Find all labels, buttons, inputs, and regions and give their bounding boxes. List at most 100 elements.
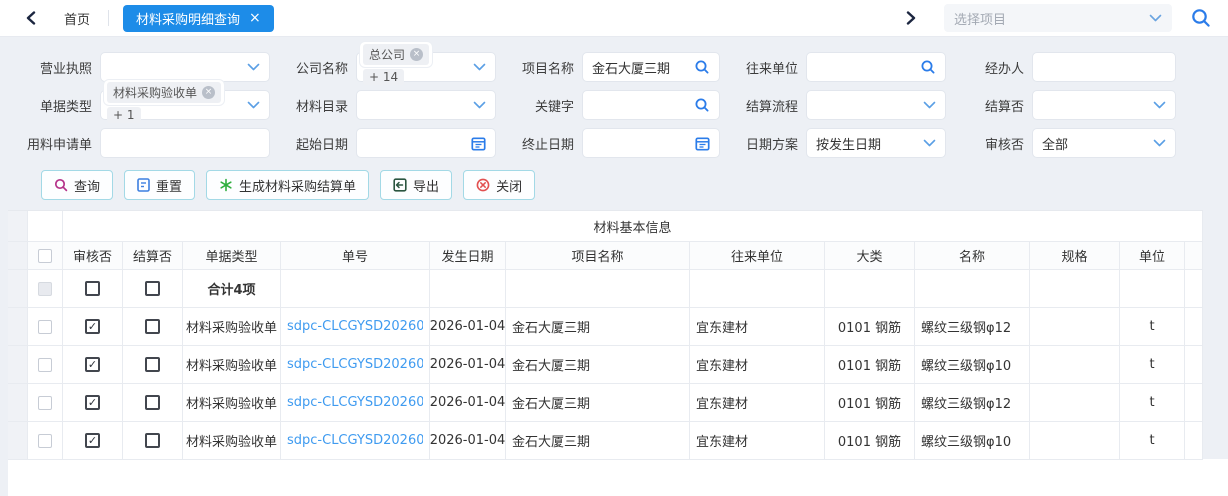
doc-no-link[interactable]: sdpc-CLCGYSD20260105 [287,395,423,410]
filter-label-material-request: 用料申请单 [26,137,92,153]
project-name-search-input[interactable]: 金石大厦三期 [582,52,720,82]
chevron-down-icon [247,101,260,109]
cell-spec [1030,384,1120,422]
summary-empty-cell [506,270,690,308]
cell-extra [1185,384,1203,422]
handler-input[interactable] [1032,52,1176,82]
cell-doc-no: sdpc-CLCGYSD20260104 [281,308,430,346]
cell-doc-no: sdpc-CLCGYSD20260104 [281,346,430,384]
row-gutter [8,346,28,384]
row-gutter [8,270,28,308]
forward-chevron-icon[interactable] [900,7,922,29]
tab-home[interactable]: 首页 [64,9,90,28]
header-cell-extra [1185,242,1203,270]
audit-checkbox[interactable] [85,281,100,296]
settle-checkbox[interactable] [145,433,160,448]
chevron-down-icon [473,101,486,109]
audited-select[interactable]: 全部 [1032,128,1176,158]
audit-checkbox[interactable]: ✓ [85,433,100,448]
doc-no-link[interactable]: sdpc-CLCGYSD20260105 [287,433,423,448]
query-button[interactable]: 查询 [41,170,114,200]
cell-date: 2026-01-04 [430,308,506,346]
counterparty-search-input[interactable] [806,52,946,82]
filter-panel: 营业执照 公司名称 总公司 × + 14 项目名称 金石大厦三期 往来单位 经办人 单据类型 材料采… [0,37,1228,158]
row-checkbox[interactable] [38,433,52,448]
filter-settlement-flow: 结算流程 [720,90,946,120]
close-button[interactable]: 关闭 [463,170,536,200]
row-checkbox[interactable] [38,319,52,334]
search-icon [695,98,709,112]
summary-select-cell [28,270,63,308]
doc-type-tag-label: 材料采购验收单 [113,86,198,100]
chevron-down-icon [923,101,936,109]
tag-close-icon[interactable]: × [410,48,424,61]
cell-date: 2026-01-04 [430,346,506,384]
cell-extra [1185,346,1203,384]
material-request-input[interactable] [100,128,270,158]
cell-vendor: 宜东建材 [690,308,825,346]
header-cell-1: 结算否 [123,242,183,270]
filter-doc-type: 单据类型 材料采购验收单 × + 1 [14,80,270,123]
tab-material-purchase-detail-query[interactable]: 材料采购明细查询 × [123,4,274,32]
date-scheme-value: 按发生日期 [816,137,882,153]
filter-label-keyword: 关键字 [534,99,574,115]
calendar-icon [695,136,710,151]
settle-checkbox[interactable] [145,395,160,410]
company-name-more-count[interactable]: + 14 [363,69,405,85]
chevron-down-icon [1153,139,1166,147]
tab-close-icon[interactable]: × [249,11,261,25]
search-icon [921,60,935,74]
row-checkbox[interactable] [38,395,52,410]
project-select[interactable]: 选择项目 [944,4,1172,32]
audited-value: 全部 [1042,137,1069,153]
keyword-search-input[interactable] [582,90,720,120]
row-settle-cell [123,384,183,422]
settle-checkbox[interactable] [145,319,160,334]
end-date-date-input[interactable] [582,128,720,158]
settle-checkbox[interactable] [145,281,160,296]
grid-scroll-area[interactable] [1203,210,1228,459]
global-search-icon[interactable] [1190,7,1212,29]
export-button[interactable]: 导出 [380,170,453,200]
cell-date: 2026-01-04 [430,384,506,422]
filter-label-business-license: 营业执照 [39,61,92,77]
material-catalog-select[interactable] [356,90,496,120]
back-chevron-icon[interactable] [20,7,42,29]
row-select-cell [28,384,63,422]
group-header-row: 材料基本信息 [8,211,1203,242]
doc-type-select[interactable]: 材料采购验收单 × + 1 [100,80,270,123]
audit-checkbox[interactable]: ✓ [85,395,100,410]
reset-button[interactable]: 重置 [124,170,196,200]
settle-checkbox[interactable] [145,357,160,372]
header-cell-5: 项目名称 [506,242,690,270]
filter-label-handler: 经办人 [984,61,1024,77]
doc-no-link[interactable]: sdpc-CLCGYSD20260104 [287,357,423,372]
tag-close-icon[interactable]: × [202,86,216,99]
cell-category: 0101 钢筋 [825,384,915,422]
business-license-select[interactable] [100,52,270,82]
company-name-select[interactable]: 总公司 × + 14 [356,42,496,85]
settled-select[interactable] [1032,90,1176,120]
audit-checkbox[interactable]: ✓ [85,357,100,372]
generate-settlement-button[interactable]: 生成材料采购结算单 [206,170,370,200]
audit-checkbox[interactable]: ✓ [85,319,100,334]
settlement-flow-select[interactable] [806,90,946,120]
company-name-tag: 总公司 × [363,44,430,65]
filter-company-name: 公司名称 总公司 × + 14 [270,42,496,85]
table-row: ✓ 材料采购验收单 sdpc-CLCGYSD20260104 2026-01-04金石… [8,346,1203,384]
row-checkbox[interactable] [38,357,52,372]
calendar-icon [471,136,486,151]
cell-project: 金石大厦三期 [506,384,690,422]
cell-doc-no: sdpc-CLCGYSD20260105 [281,384,430,422]
select-all-checkbox[interactable] [38,248,52,263]
document-icon [137,178,150,192]
filter-label-project-name: 项目名称 [521,61,574,77]
date-scheme-select[interactable]: 按发生日期 [806,128,946,158]
filter-start-date: 起始日期 [270,128,496,158]
table-row: ✓ 材料采购验收单 sdpc-CLCGYSD20260105 2026-01-04金石… [8,384,1203,422]
start-date-date-input[interactable] [356,128,496,158]
filter-counterparty: 往来单位 [720,52,946,82]
company-name-tag-label: 总公司 [369,48,406,62]
doc-no-link[interactable]: sdpc-CLCGYSD20260104 [287,319,423,334]
doc-type-more-count[interactable]: + 1 [107,107,141,123]
